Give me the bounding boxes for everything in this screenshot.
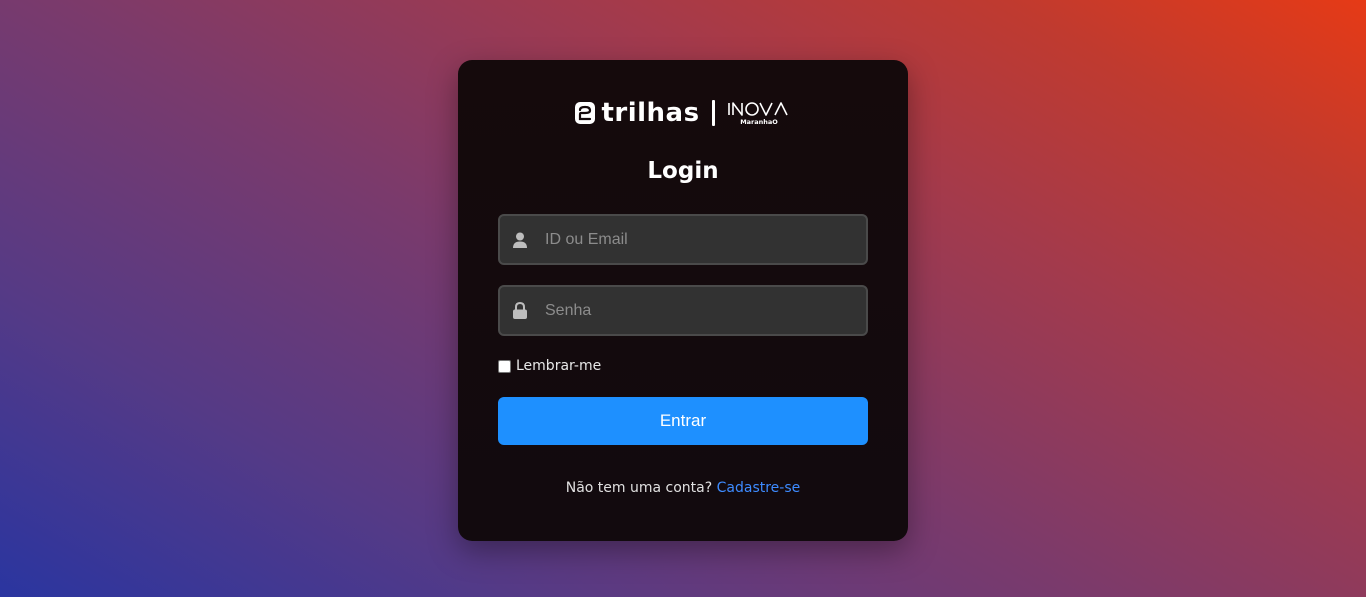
username-field[interactable] [498, 214, 868, 265]
user-icon [512, 231, 528, 249]
password-input[interactable] [545, 287, 866, 334]
remember-label: Lembrar-me [516, 358, 602, 374]
logo-row: trilhas MaranhaO [458, 98, 908, 128]
login-title: Login [647, 158, 719, 184]
brand-logo-text: trilhas [601, 98, 700, 128]
inova-maranhao-logo: MaranhaO [727, 102, 788, 126]
password-field[interactable] [498, 285, 868, 336]
username-input[interactable] [545, 216, 866, 263]
inova-sub-text: MaranhaO [740, 118, 778, 126]
signup-link[interactable]: Cadastre-se [717, 480, 801, 496]
signup-prompt: Não tem uma conta? Cadastre-se [458, 480, 908, 496]
logo-divider [711, 100, 715, 126]
remember-me[interactable]: Lembrar-me [498, 358, 601, 374]
signup-prompt-text: Não tem uma conta? [565, 480, 713, 496]
lock-icon [512, 302, 528, 320]
remember-checkbox[interactable] [498, 359, 511, 373]
trilhas-logo-icon [575, 102, 596, 124]
login-button[interactable]: Entrar [498, 397, 868, 445]
login-card: trilhas MaranhaO Login ID ou Email Lembr… [458, 60, 908, 541]
